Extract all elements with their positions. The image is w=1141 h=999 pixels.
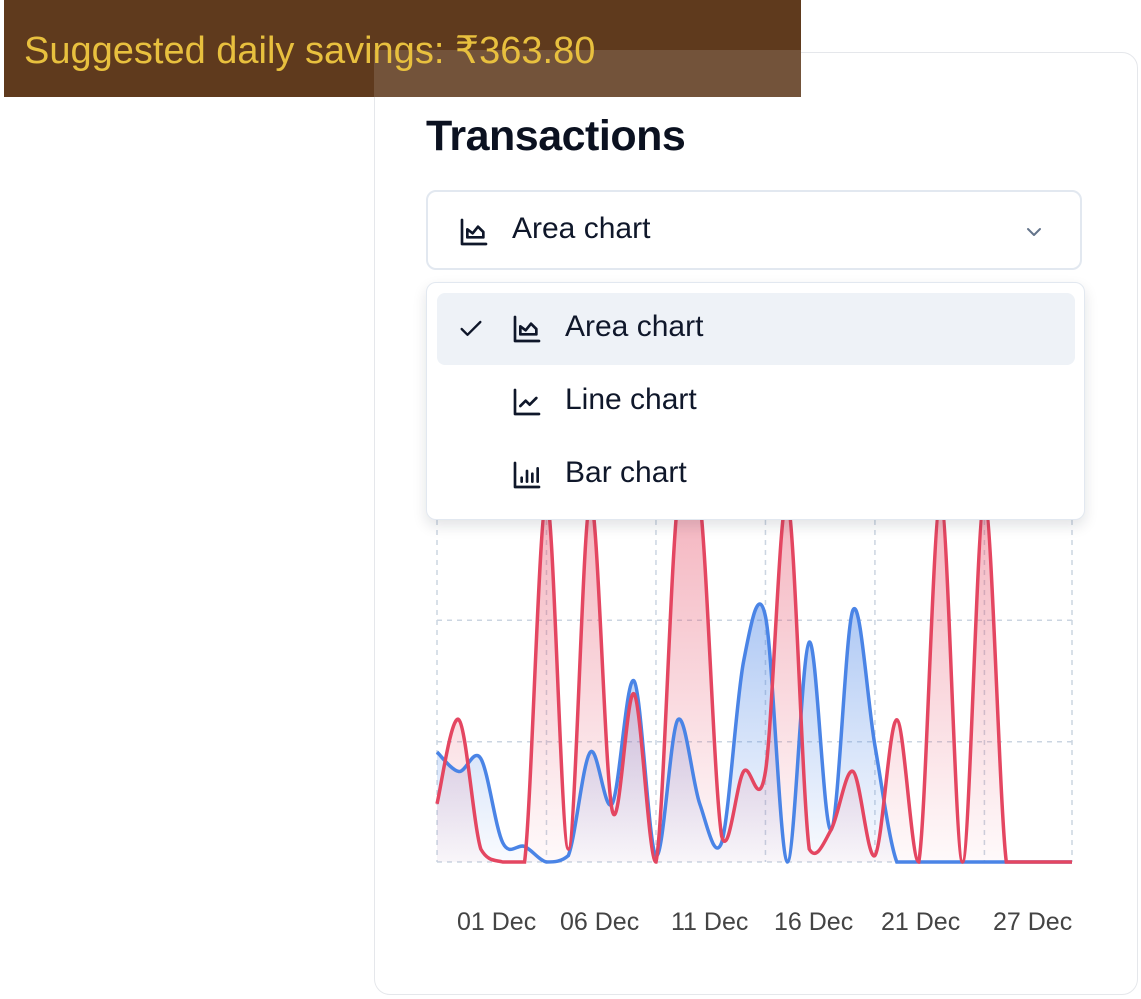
line-chart-icon [513,388,541,416]
check-icon [460,320,482,336]
chart-type-menu: Area chart Line chart Bar chart [426,282,1085,520]
menu-option-label: Line chart [565,383,697,416]
card-title: Transactions [426,112,686,160]
x-tick-label: 21 Dec [881,908,961,936]
bar-chart-icon [513,461,541,489]
x-tick-label: 27 Dec [993,908,1073,936]
transactions-chart [435,500,1073,864]
x-tick-label: 06 Dec [560,908,640,936]
menu-option-label: Bar chart [565,456,687,489]
menu-option-label: Area chart [565,310,704,343]
savings-text: Suggested daily savings: ₹363.80 [24,30,596,72]
x-tick-label: 01 Dec [457,908,537,936]
menu-option-line-chart[interactable]: Line chart [437,366,1075,438]
x-tick-label: 11 Dec [671,908,749,936]
select-value: Area chart [512,212,651,245]
area-chart-icon [460,218,488,246]
area-chart-icon [513,315,541,343]
savings-banner: Suggested daily savings: ₹363.80 [4,0,801,97]
x-tick-label: 16 Dec [774,908,854,936]
chart-type-select[interactable]: Area chart [426,190,1082,270]
menu-option-bar-chart[interactable]: Bar chart [437,439,1075,511]
chevron-down-icon [1027,228,1041,236]
menu-option-area-chart[interactable]: Area chart [437,293,1075,365]
